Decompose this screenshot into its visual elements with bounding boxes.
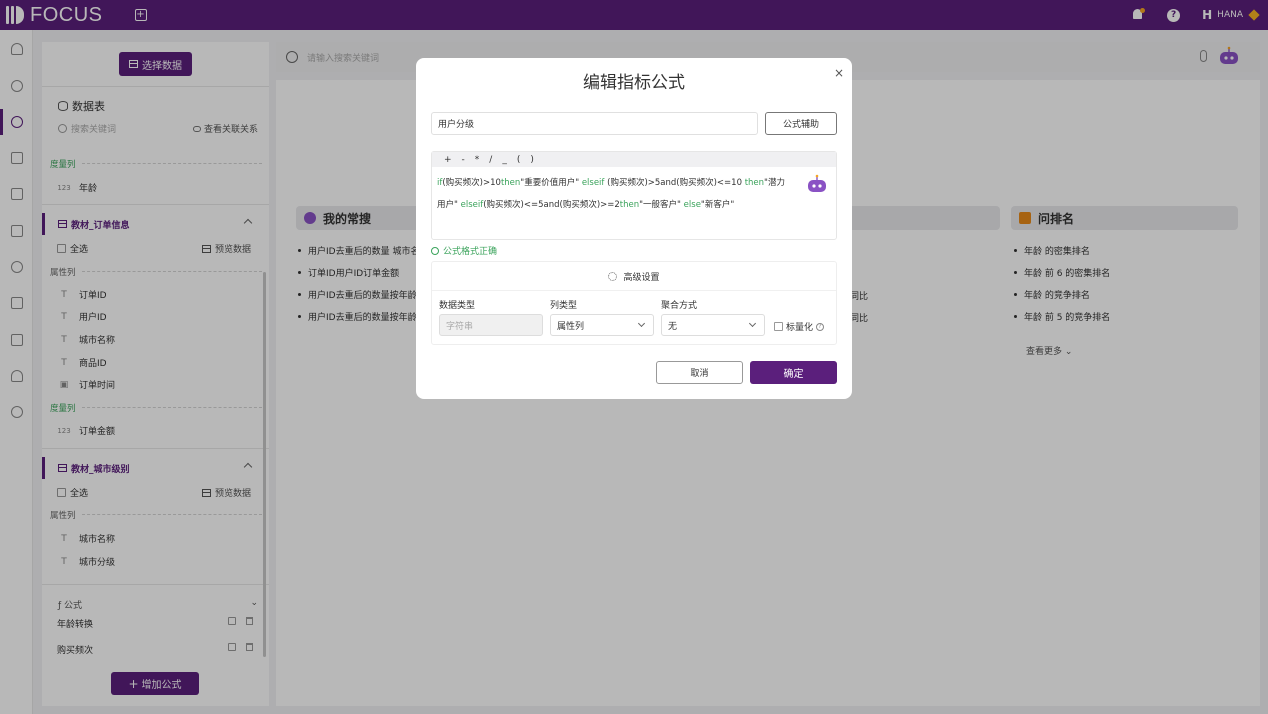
scalarize-option[interactable]: 标量化 ? [774,320,825,333]
check-circle-icon [431,246,439,255]
formula-valid-message: 公式格式正确 [431,244,497,257]
gear-icon [608,271,618,281]
column-type-label: 列类型 [550,301,578,311]
assistant-robot-icon[interactable] [806,174,828,194]
scalarize-checkbox[interactable] [774,322,783,331]
advanced-label: 高级设置 [623,272,660,283]
formula-editor[interactable]: + - * / _ ( ) if(购买频次)>10then"重要价值用户" el… [431,151,837,240]
valid-label: 公式格式正确 [443,247,498,257]
column-type-select[interactable]: 属性列 [550,314,654,336]
edit-formula-dialog: 编辑指标公式 × 用户分级 公式辅助 + - * / _ ( ) if(购买频次… [416,58,852,399]
op-plus[interactable]: + [444,155,452,165]
op-close-paren[interactable]: ) [530,155,534,165]
formula-assist-button[interactable]: 公式辅助 [765,112,837,135]
data-type-label: 数据类型 [439,301,476,311]
chevron-down-icon [637,319,646,328]
op-multiply[interactable]: * [475,155,480,165]
op-underscore[interactable]: _ [502,155,507,165]
aggregation-label: 聚合方式 [661,301,698,311]
op-open-paren[interactable]: ( [517,155,521,165]
question-icon[interactable]: ? [816,322,825,331]
op-divide[interactable]: / [489,155,492,165]
op-minus[interactable]: - [462,155,465,165]
scalarize-label: 标量化 [786,323,814,333]
close-icon[interactable]: × [834,66,844,80]
formula-name-input[interactable]: 用户分级 [431,112,758,135]
confirm-button[interactable]: 确定 [750,361,837,384]
data-type-select: 字符串 [439,314,543,336]
aggregation-select[interactable]: 无 [661,314,765,336]
advanced-settings-header[interactable]: 高级设置 [432,262,836,291]
formula-code[interactable]: if(购买频次)>10then"重要价值用户" elseif (购买频次)>5a… [437,172,799,216]
operator-toolbar: + - * / _ ( ) [432,152,836,167]
advanced-settings: 高级设置 数据类型 字符串 列类型 属性列 聚合方式 无 标量化 ? [431,261,837,345]
dialog-title: 编辑指标公式 [583,73,685,93]
chevron-down-icon [748,319,757,328]
cancel-button[interactable]: 取消 [656,361,743,384]
